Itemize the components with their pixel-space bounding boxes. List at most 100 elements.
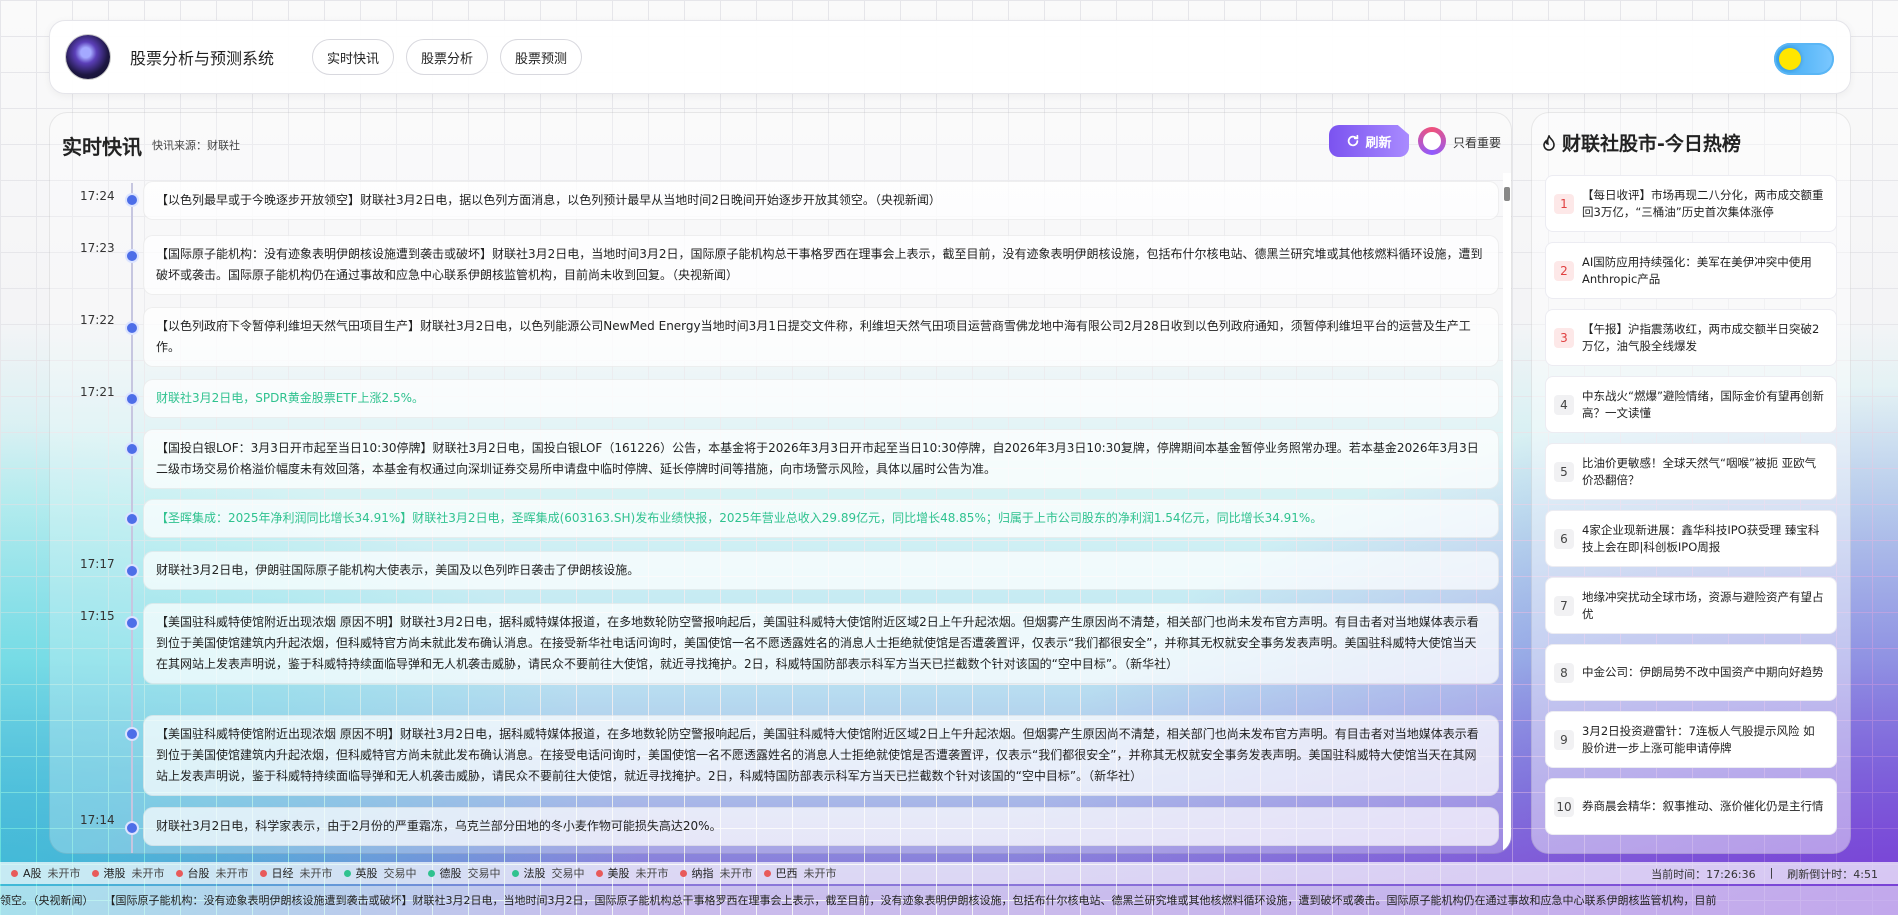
news-item[interactable]: 财联社3月2日电，SPDR黄金股票ETF上涨2.5%。 xyxy=(143,379,1499,418)
news-time: 17:22 xyxy=(80,313,115,327)
clock-divider: | xyxy=(1769,866,1774,879)
status-dot xyxy=(763,869,771,877)
current-time: 当前时间：17:26:36 xyxy=(1651,868,1756,881)
hot-item-text: 比油价更敏感！全球天然气“咽喉”被扼 亚欧气价恐翻倍？ xyxy=(1582,455,1817,487)
market-state: 未开市 xyxy=(131,867,165,880)
news-panel-title: 实时快讯 xyxy=(62,135,142,159)
news-item[interactable]: 【美国驻科威特使馆附近出现浓烟 原因不明】财联社3月2日电，据科威特媒体报道，在… xyxy=(143,715,1499,796)
market-status: 美股 未开市 xyxy=(595,865,669,881)
news-time: 17:15 xyxy=(80,609,115,623)
hot-list-item[interactable]: 4 中东战火“燃爆”避险情绪，国际金价有望再创新高？一文读懂 xyxy=(1545,376,1837,433)
market-state: 未开市 xyxy=(719,867,753,880)
clock-area: 当前时间：17:26:36 | 刷新倒计时：4:51 xyxy=(1651,866,1878,882)
market-state: 未开市 xyxy=(299,867,333,880)
news-item[interactable]: 【以色列政府下令暂停利维坦天然气田项目生产】财联社3月2日电，以色列能源公司Ne… xyxy=(143,307,1499,367)
timeline-dot xyxy=(127,251,137,261)
status-dot xyxy=(91,869,99,877)
refresh-label: 刷新 xyxy=(1365,135,1392,151)
market-name: 纳指 xyxy=(691,867,714,880)
hot-list-title-text: 财联社股市-今日热榜 xyxy=(1562,133,1741,155)
hot-list-item[interactable]: 8 中金公司：伊朗局势不改中国资产中期向好趋势 xyxy=(1545,644,1837,701)
fire-icon xyxy=(1543,134,1555,151)
hot-list-item[interactable]: 1 【每日收评】市场再现二八分化，两市成交额重回3万亿，“三桶油”历史首次集体涨停 xyxy=(1545,175,1837,232)
news-scrollbar[interactable] xyxy=(1503,173,1511,853)
market-status: A股 未开市 xyxy=(11,865,81,881)
timeline-dot xyxy=(127,323,137,333)
hot-item-text: 地缘冲突扰动全球市场，资源与避险资产有望占优 xyxy=(1582,589,1824,621)
timeline-dot xyxy=(127,618,137,628)
nav-stock-analysis[interactable]: 股票分析 xyxy=(406,39,489,75)
market-status: 纳指 未开市 xyxy=(679,865,753,881)
hot-item-text: 中东战火“燃爆”避险情绪，国际金价有望再创新高？一文读懂 xyxy=(1582,388,1824,420)
top-header: 股票分析与预测系统 实时快讯 股票分析 股票预测 xyxy=(49,20,1851,94)
hot-list-item[interactable]: 6 4家企业现新进展：鑫华科技IPO获受理 臻宝科技上会在即|科创板IPO周报 xyxy=(1545,510,1837,567)
market-name: 巴西 xyxy=(775,867,798,880)
timeline-dot xyxy=(127,195,137,205)
important-only-toggle[interactable] xyxy=(1418,127,1446,155)
market-state: 交易中 xyxy=(551,867,585,880)
market-state: 未开市 xyxy=(215,867,249,880)
news-item[interactable]: 【国际原子能机构：没有迹象表明伊朗核设施遭到袭击或破坏】财联社3月2日电，当地时… xyxy=(143,235,1499,295)
hot-list-item[interactable]: 9 3月2日投资避雷针：7连板人气股提示风险 如股价进一步上涨可能申请停牌 xyxy=(1545,711,1837,768)
market-name: 台股 xyxy=(187,867,210,880)
status-dot xyxy=(511,869,519,877)
news-time: 17:21 xyxy=(80,385,115,399)
hot-list-item[interactable]: 3 【午报】沪指震荡收红，两市成交额半日突破2万亿，油气股全线爆发 xyxy=(1545,309,1837,366)
status-dot xyxy=(595,869,603,877)
rank-badge: 4 xyxy=(1554,394,1574,415)
hot-list-title: 财联社股市-今日热榜 xyxy=(1542,129,1741,156)
market-name: 德股 xyxy=(439,867,462,880)
market-state: 未开市 xyxy=(635,867,669,880)
market-status-bar: A股 未开市 港股 未开市 台股 未开市 日经 未开市 英股 交易中 德股 交易中 法股 交易… xyxy=(0,862,1898,884)
rank-badge: 3 xyxy=(1554,327,1574,348)
nav-realtime-news[interactable]: 实时快讯 xyxy=(312,39,395,75)
news-item[interactable]: 【美国驻科威特使馆附近出现浓烟 原因不明】财联社3月2日电，据科威特媒体报道，在… xyxy=(143,603,1499,684)
timeline-dot xyxy=(127,514,137,524)
timeline-dot xyxy=(127,394,137,404)
news-item[interactable]: 【国投白银LOF：3月3日开市起至当日10:30停牌】财联社3月2日电，国投白银… xyxy=(143,429,1499,489)
market-state: 交易中 xyxy=(467,867,501,880)
sun-icon xyxy=(1779,48,1801,70)
timeline-dot xyxy=(127,729,137,739)
news-item[interactable]: 财联社3月2日电，科学家表示，由于2月份的严重霜冻，乌克兰部分田地的冬小麦作物可… xyxy=(143,807,1499,846)
theme-toggle[interactable] xyxy=(1774,43,1834,75)
market-name: 法股 xyxy=(523,867,546,880)
news-time: 17:23 xyxy=(80,241,115,255)
market-status: 法股 交易中 xyxy=(511,865,585,881)
rank-badge: 10 xyxy=(1554,796,1574,817)
status-dot xyxy=(259,869,267,877)
market-name: 港股 xyxy=(103,867,126,880)
hot-item-text: AI国防应用持续强化：美军在美伊冲突中使用Anthropic产品 xyxy=(1582,254,1812,286)
hot-list-item[interactable]: 5 比油价更敏感！全球天然气“咽喉”被扼 亚欧气价恐翻倍？ xyxy=(1545,443,1837,500)
news-time: 17:14 xyxy=(80,813,115,827)
status-dot xyxy=(679,869,687,877)
news-time: 17:24 xyxy=(80,189,115,203)
timeline-dot xyxy=(127,823,137,833)
market-status: 德股 交易中 xyxy=(427,865,501,881)
rank-badge: 8 xyxy=(1554,662,1574,683)
rank-badge: 5 xyxy=(1554,461,1574,482)
refresh-countdown: 刷新倒计时：4:51 xyxy=(1787,868,1878,881)
news-item[interactable]: 【圣晖集成：2025年净利润同比增长34.91%】财联社3月2日电，圣晖集成(6… xyxy=(143,499,1499,538)
refresh-button[interactable]: 刷新 xyxy=(1329,125,1409,157)
status-dot xyxy=(343,869,351,877)
nav-stock-prediction[interactable]: 股票预测 xyxy=(500,39,583,75)
hot-list-item[interactable]: 10 券商晨会精华：叙事推动、涨价催化仍是主行情 xyxy=(1545,778,1837,835)
hot-list-item[interactable]: 7 地缘冲突扰动全球市场，资源与避险资产有望占优 xyxy=(1545,577,1837,634)
hot-item-text: 3月2日投资避雷针：7连板人气股提示风险 如股价进一步上涨可能申请停牌 xyxy=(1582,723,1815,755)
news-item[interactable]: 【以色列最早或于今晚逐步开放领空】财联社3月2日电，据以色列方面消息，以色列预计… xyxy=(143,181,1499,220)
rank-badge: 6 xyxy=(1554,528,1574,549)
market-status: 港股 未开市 xyxy=(91,865,165,881)
timeline-dot xyxy=(127,566,137,576)
market-status: 巴西 未开市 xyxy=(763,865,837,881)
market-state: 未开市 xyxy=(47,867,81,880)
app-title: 股票分析与预测系统 xyxy=(130,49,275,68)
market-name: 美股 xyxy=(607,867,630,880)
news-item[interactable]: 财联社3月2日电，伊朗驻国际原子能机构大使表示，美国及以色列昨日袭击了伊朗核设施… xyxy=(143,551,1499,590)
hot-list-item[interactable]: 2 AI国防应用持续强化：美军在美伊冲突中使用Anthropic产品 xyxy=(1545,242,1837,299)
refresh-icon xyxy=(1348,134,1359,147)
timeline-dot xyxy=(127,444,137,454)
market-name: A股 xyxy=(23,867,42,880)
hot-item-text: 【每日收评】市场再现二八分化，两市成交额重回3万亿，“三桶油”历史首次集体涨停 xyxy=(1582,187,1824,219)
market-state: 未开市 xyxy=(803,867,837,880)
